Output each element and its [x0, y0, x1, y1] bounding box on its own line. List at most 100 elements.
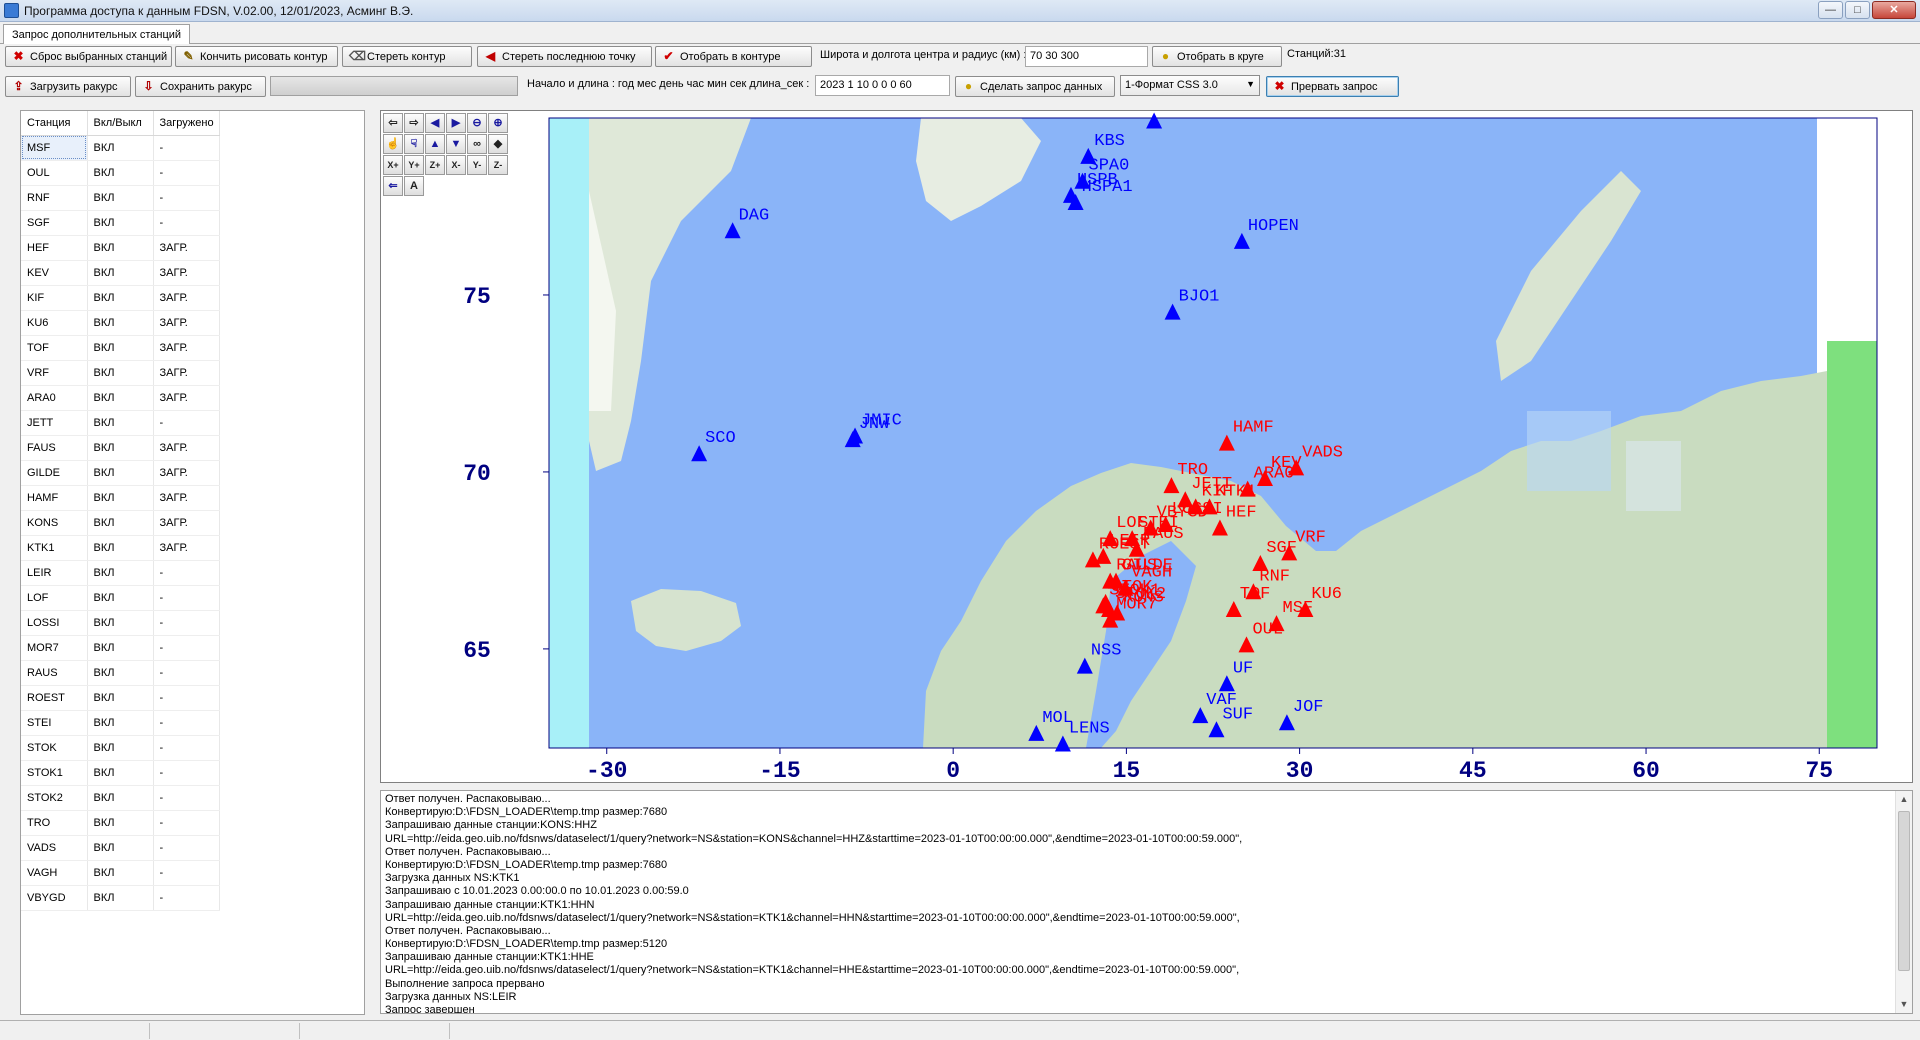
pan-left-icon[interactable]: ⇦: [383, 113, 403, 133]
loaded-cell[interactable]: ЗАГР.: [153, 360, 220, 386]
loaded-cell[interactable]: -: [153, 560, 220, 586]
table-row[interactable]: MSF ВКЛ -: [21, 135, 220, 161]
station-cell[interactable]: OUL: [21, 160, 88, 186]
load-view-button[interactable]: ⇪ Загрузить ракурс: [5, 76, 131, 97]
scroll-thumb[interactable]: [1898, 811, 1910, 971]
onoff-cell[interactable]: ВКЛ: [87, 510, 154, 536]
table-row[interactable]: ARA0 ВКЛ ЗАГР.: [21, 385, 220, 411]
station-cell[interactable]: RAUS: [21, 660, 88, 686]
erase-contour-button[interactable]: ⌫ Стереть контур: [342, 46, 472, 67]
pan-right-icon[interactable]: ⇨: [404, 113, 424, 133]
table-row[interactable]: OUL ВКЛ -: [21, 160, 220, 186]
maximize-button[interactable]: □: [1845, 1, 1870, 19]
z-minus-icon[interactable]: Z-: [488, 155, 508, 175]
circle-params-input[interactable]: 70 30 300: [1025, 46, 1148, 67]
station-cell[interactable]: STOK: [21, 735, 88, 761]
station-cell[interactable]: KEV: [21, 260, 88, 286]
table-row[interactable]: HEF ВКЛ ЗАГР.: [21, 235, 220, 261]
station-cell[interactable]: KONS: [21, 510, 88, 536]
station-cell[interactable]: MSF: [21, 135, 88, 161]
minimize-button[interactable]: —: [1818, 1, 1843, 19]
onoff-cell[interactable]: ВКЛ: [87, 660, 154, 686]
station-cell[interactable]: MOR7: [21, 635, 88, 661]
hand-down-icon[interactable]: ☟: [404, 134, 424, 154]
loaded-cell[interactable]: -: [153, 685, 220, 711]
scroll-up-icon[interactable]: ▲: [1896, 791, 1912, 808]
arrow-right-icon[interactable]: ▶: [446, 113, 466, 133]
make-request-button[interactable]: ● Сделать запрос данных: [955, 76, 1115, 97]
column-header-loaded[interactable]: Загружено: [153, 111, 220, 136]
log-scrollbar[interactable]: ▲ ▼: [1895, 791, 1912, 1013]
loaded-cell[interactable]: -: [153, 860, 220, 886]
station-cell[interactable]: VBYGD: [21, 885, 88, 911]
onoff-cell[interactable]: ВКЛ: [87, 710, 154, 736]
loaded-cell[interactable]: -: [153, 710, 220, 736]
loaded-cell[interactable]: ЗАГР.: [153, 310, 220, 336]
station-cell[interactable]: STOK2: [21, 785, 88, 811]
loaded-cell[interactable]: -: [153, 635, 220, 661]
loaded-cell[interactable]: ЗАГР.: [153, 485, 220, 511]
loaded-cell[interactable]: -: [153, 660, 220, 686]
save-view-button[interactable]: ⇩ Сохранить ракурс: [135, 76, 266, 97]
table-row[interactable]: LOSSI ВКЛ -: [21, 610, 220, 636]
loaded-cell[interactable]: ЗАГР.: [153, 235, 220, 261]
onoff-cell[interactable]: ВКЛ: [87, 460, 154, 486]
table-row[interactable]: STOK2 ВКЛ -: [21, 785, 220, 811]
loaded-cell[interactable]: -: [153, 735, 220, 761]
select-in-circle-button[interactable]: ● Отобрать в круге: [1152, 46, 1282, 67]
binoculars-icon[interactable]: ∞: [467, 134, 487, 154]
loaded-cell[interactable]: ЗАГР.: [153, 260, 220, 286]
station-cell[interactable]: JETT: [21, 410, 88, 436]
station-cell[interactable]: FAUS: [21, 435, 88, 461]
table-row[interactable]: GILDE ВКЛ ЗАГР.: [21, 460, 220, 486]
loaded-cell[interactable]: -: [153, 785, 220, 811]
zoom-in-icon[interactable]: ⊕: [488, 113, 508, 133]
station-cell[interactable]: ARA0: [21, 385, 88, 411]
onoff-cell[interactable]: ВКЛ: [87, 485, 154, 511]
station-cell[interactable]: LOSSI: [21, 610, 88, 636]
onoff-cell[interactable]: ВКЛ: [87, 885, 154, 911]
table-row[interactable]: KTK1 ВКЛ ЗАГР.: [21, 535, 220, 561]
loaded-cell[interactable]: ЗАГР.: [153, 460, 220, 486]
onoff-cell[interactable]: ВКЛ: [87, 835, 154, 861]
loaded-cell[interactable]: -: [153, 885, 220, 911]
onoff-cell[interactable]: ВКЛ: [87, 360, 154, 386]
onoff-cell[interactable]: ВКЛ: [87, 560, 154, 586]
onoff-cell[interactable]: ВКЛ: [87, 310, 154, 336]
tab-extra-stations[interactable]: Запрос дополнительных станций: [3, 24, 191, 44]
onoff-cell[interactable]: ВКЛ: [87, 285, 154, 311]
station-cell[interactable]: GILDE: [21, 460, 88, 486]
table-row[interactable]: STEI ВКЛ -: [21, 710, 220, 736]
loaded-cell[interactable]: -: [153, 760, 220, 786]
y-minus-icon[interactable]: Y-: [467, 155, 487, 175]
table-row[interactable]: RNF ВКЛ -: [21, 185, 220, 211]
onoff-cell[interactable]: ВКЛ: [87, 185, 154, 211]
table-row[interactable]: RAUS ВКЛ -: [21, 660, 220, 686]
table-row[interactable]: ROEST ВКЛ -: [21, 685, 220, 711]
station-cell[interactable]: SGF: [21, 210, 88, 236]
station-cell[interactable]: LOF: [21, 585, 88, 611]
column-header-onoff[interactable]: Вкл/Выкл: [87, 111, 154, 136]
table-row[interactable]: VBYGD ВКЛ -: [21, 885, 220, 911]
time-params-input[interactable]: 2023 1 10 0 0 0 60: [815, 75, 950, 96]
select-in-contour-button[interactable]: ✔ Отобрать в контуре: [655, 46, 812, 67]
y-plus-icon[interactable]: Y+: [404, 155, 424, 175]
station-cell[interactable]: HAMF: [21, 485, 88, 511]
onoff-cell[interactable]: ВКЛ: [87, 260, 154, 286]
arrow-down-icon[interactable]: ▼: [446, 134, 466, 154]
loaded-cell[interactable]: -: [153, 410, 220, 436]
table-row[interactable]: TRO ВКЛ -: [21, 810, 220, 836]
loaded-cell[interactable]: -: [153, 835, 220, 861]
table-row[interactable]: KU6 ВКЛ ЗАГР.: [21, 310, 220, 336]
table-row[interactable]: JETT ВКЛ -: [21, 410, 220, 436]
station-cell[interactable]: VADS: [21, 835, 88, 861]
finish-contour-button[interactable]: ✎ Кончить рисовать контур: [175, 46, 338, 67]
onoff-cell[interactable]: ВКЛ: [87, 160, 154, 186]
onoff-cell[interactable]: ВКЛ: [87, 235, 154, 261]
table-row[interactable]: HAMF ВКЛ ЗАГР.: [21, 485, 220, 511]
onoff-cell[interactable]: ВКЛ: [87, 760, 154, 786]
erase-last-point-button[interactable]: ◀ Стереть последнюю точку: [477, 46, 652, 67]
x-plus-icon[interactable]: X+: [383, 155, 403, 175]
onoff-cell[interactable]: ВКЛ: [87, 535, 154, 561]
station-cell[interactable]: VRF: [21, 360, 88, 386]
